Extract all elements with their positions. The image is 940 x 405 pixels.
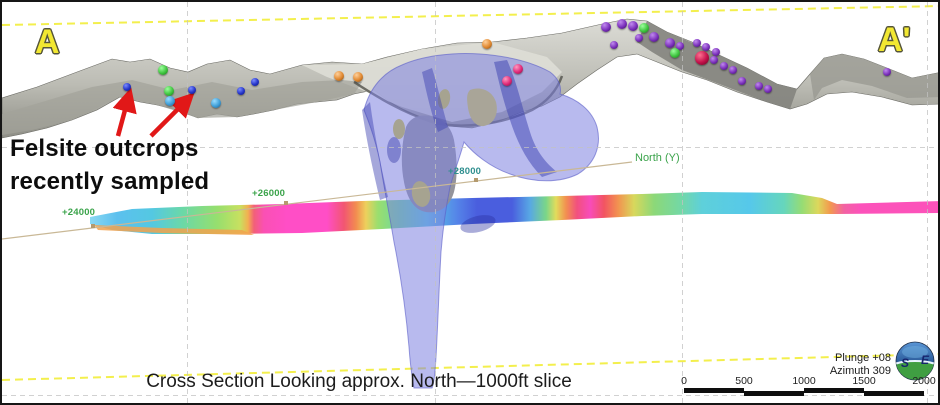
section-label-a: A [35,23,60,62]
orientation-globe[interactable]: S E [896,342,934,380]
view-orientation-info: Plunge +08 Azimuth 309 [830,352,891,377]
terrain-ridge-shade [637,21,797,109]
section-label-a-prime: A' [878,21,911,60]
section-3d-viewport[interactable]: S E [2,2,940,405]
north-axis-label: North (Y) [635,152,680,164]
azimuth-value: Azimuth 309 [830,365,891,378]
cross-section-figure: S E A A' Felsite outcrops recently sampl… [0,0,940,405]
blue-body-dark-patch [387,137,401,163]
felsite-annotation-line1: Felsite outcrops [10,132,209,165]
plunge-value: Plunge +08 [830,352,891,365]
blue-ore-body [362,53,598,388]
heatmap-slice [90,192,940,235]
globe-south-label: S [901,356,909,370]
felsite-annotation-line2: recently sampled [10,165,209,198]
figure-caption: Cross Section Looking approx. North—1000… [109,371,609,393]
globe-east-label: E [921,353,930,367]
felsite-annotation: Felsite outcrops recently sampled [10,132,209,198]
